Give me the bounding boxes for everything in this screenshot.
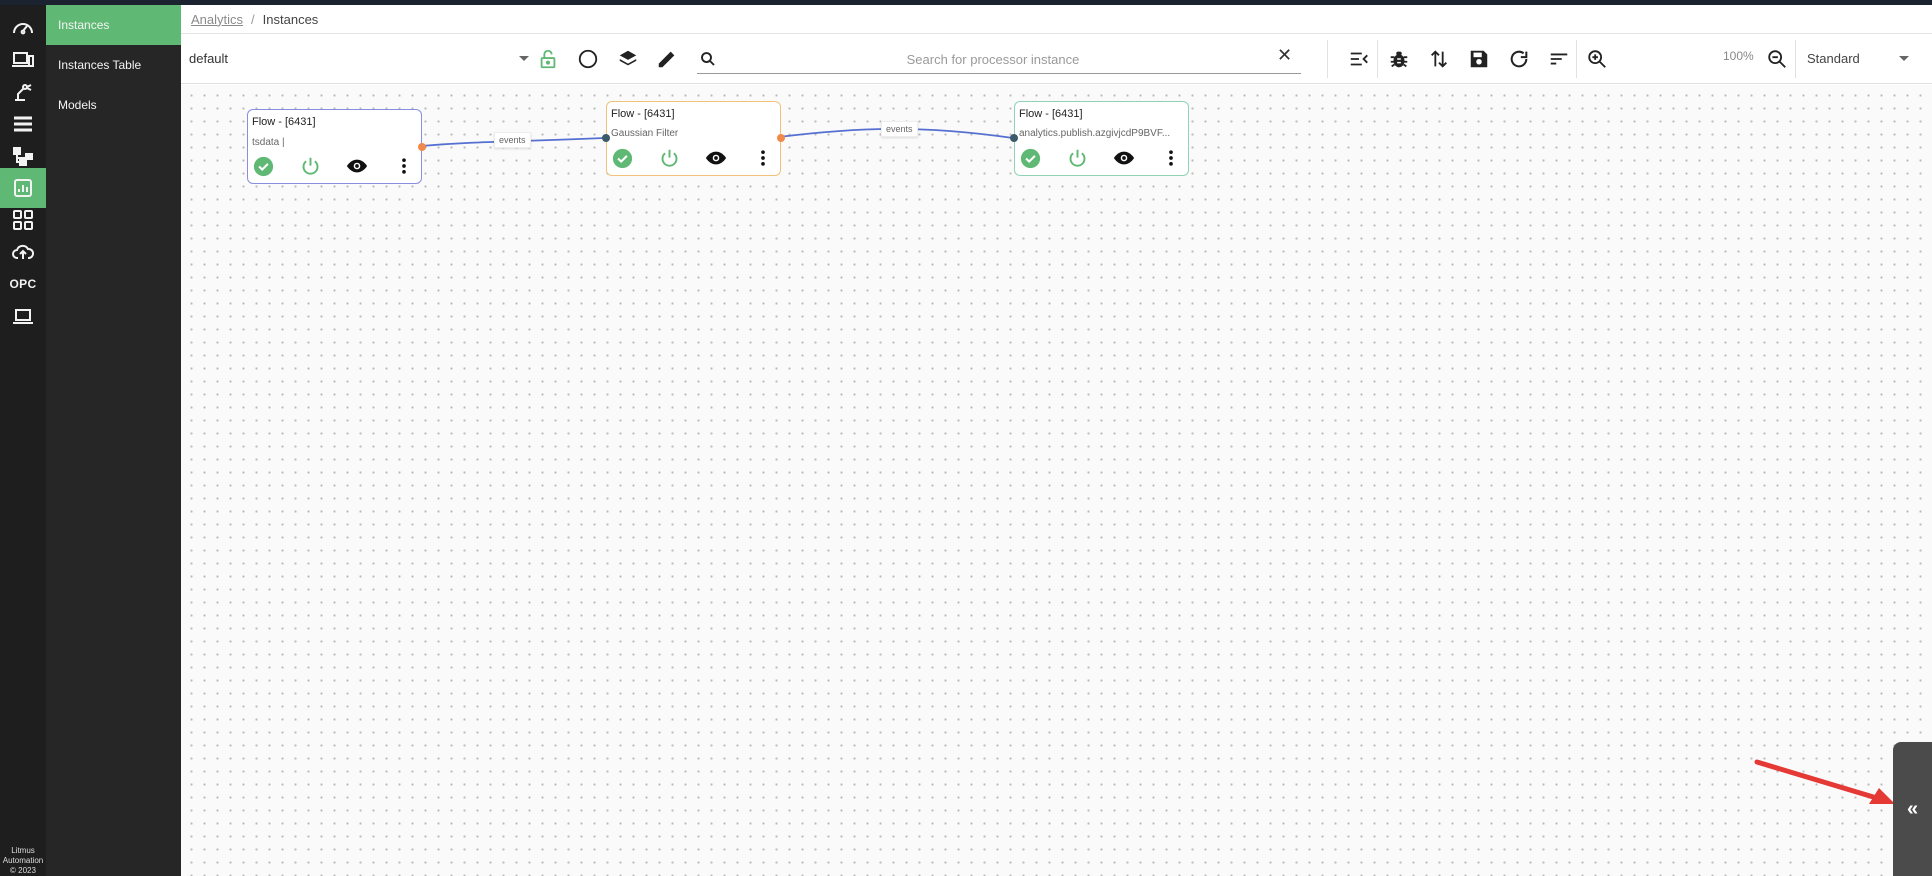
eye-icon[interactable] [705,147,727,169]
double-chevron-left-icon: « [1906,797,1919,820]
output-port[interactable] [777,134,785,142]
more-vertical-icon[interactable] [752,147,774,169]
chevron-down-icon [1899,56,1909,61]
filter-lines-icon[interactable] [1547,47,1571,71]
edge-label[interactable]: events [881,121,918,137]
sort-arrows-icon[interactable] [1427,47,1451,71]
processor-node[interactable]: Flow - [6431] tsdata | [247,109,426,184]
processor-node[interactable]: Flow - [6431] analytics.publish.azgivjcd… [1010,101,1190,176]
collapse-menu-icon[interactable] [1347,47,1371,71]
zoom-out-icon[interactable] [1765,47,1789,71]
edge-layer [420,127,1014,147]
toolbar-divider [1795,40,1796,78]
node-title: Flow - [6431] [1019,108,1083,120]
analytics-subnav: Instances Instances Table Models [46,5,181,876]
power-icon[interactable] [658,147,680,169]
subnav-item-instances[interactable]: Instances [46,5,181,45]
breadcrumb: Analytics / Instances [181,5,1932,34]
view-mode-select[interactable]: Standard [1799,44,1919,72]
zoom-level: 100% [1723,49,1754,63]
node-title: Flow - [6431] [611,108,675,120]
subnav-item-models[interactable]: Models [46,85,181,125]
layers-icon[interactable] [616,47,640,71]
power-icon[interactable] [1066,147,1088,169]
search-bar: ✕ [697,44,1301,74]
edit-pencil-icon[interactable] [655,47,679,71]
refresh-icon[interactable] [1507,47,1531,71]
search-input[interactable] [723,48,1263,70]
subnav-item-instances-table[interactable]: Instances Table [46,45,181,85]
node-subtitle: tsdata | [252,137,285,148]
processor-node[interactable]: Flow - [6431] Gaussian Filter [602,101,785,176]
node-actions [1015,147,1190,169]
zoom-in-icon[interactable] [1585,47,1609,71]
clear-search-icon[interactable]: ✕ [1277,45,1292,66]
save-icon[interactable] [1467,47,1491,71]
eye-icon[interactable] [1113,147,1135,169]
circle-icon[interactable] [576,47,600,71]
edge-label[interactable]: events [494,132,531,148]
node-actions [607,147,782,169]
node-actions [248,155,423,177]
node-subtitle: analytics.publish.azgivjcdP9BVF... [1019,128,1171,139]
toolbar-divider [1576,40,1577,78]
search-icon [701,52,715,66]
rail-footer-brand: Litmus Automation © 2023 [2,846,44,875]
debug-bug-icon[interactable] [1387,47,1411,71]
input-port[interactable] [1010,134,1018,142]
more-vertical-icon[interactable] [1160,147,1182,169]
laptop-icon[interactable] [0,296,46,336]
toolbar-divider [1377,40,1378,78]
power-icon[interactable] [299,155,321,177]
node-title: Flow - [6431] [252,116,316,128]
annotation-arrow [1754,759,1895,804]
check-circle-icon[interactable] [1019,147,1041,169]
more-vertical-icon[interactable] [393,155,415,177]
eye-icon[interactable] [346,155,368,177]
expand-panel-button[interactable]: « [1893,742,1932,876]
breadcrumb-separator: / [251,11,255,27]
check-circle-icon[interactable] [252,155,274,177]
toolbar-divider [1327,40,1328,78]
flow-select[interactable]: default [189,44,529,72]
chevron-down-icon [519,56,529,61]
input-port[interactable] [602,134,610,142]
flow-toolbar: default ✕ 100% S [181,34,1932,84]
lock-open-icon[interactable] [536,47,560,71]
breadcrumb-current: Instances [262,11,319,27]
node-subtitle: Gaussian Filter [611,128,679,139]
breadcrumb-analytics-link[interactable]: Analytics [191,12,243,27]
flow-canvas[interactable]: events events Flow - [6431] tsdata | Flo… [181,85,1932,876]
icon-rail: OPC Litmus Automation © 2023 [0,5,46,876]
output-port[interactable] [418,143,426,151]
check-circle-icon[interactable] [611,147,633,169]
